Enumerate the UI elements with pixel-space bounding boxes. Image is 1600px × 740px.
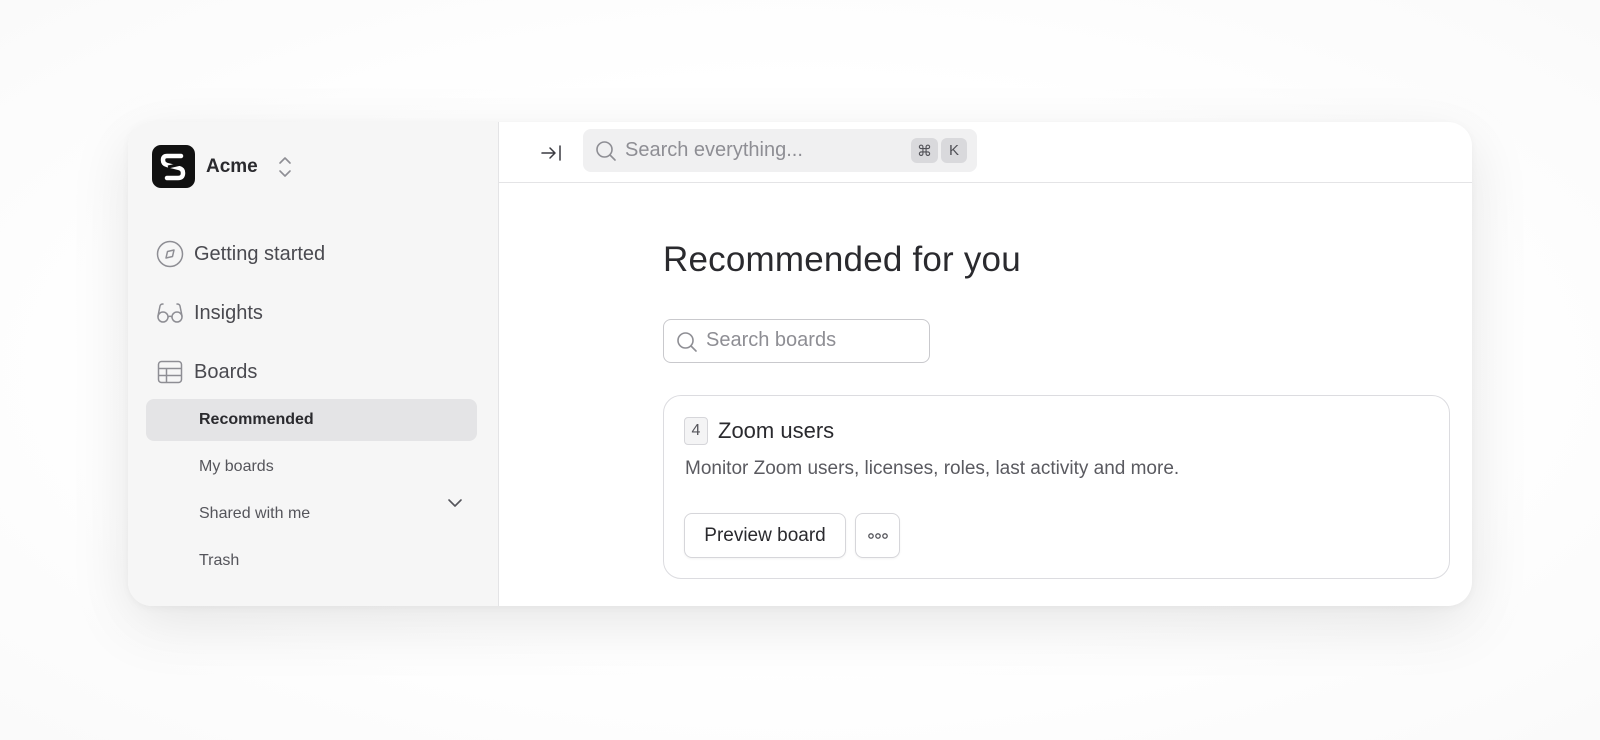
shortcut-key-k: K <box>941 138 967 163</box>
sidebar-item-label: Getting started <box>194 242 326 265</box>
sidebar-item-insights[interactable]: Insights <box>156 299 263 327</box>
sidebar-item-label: Insights <box>194 301 263 324</box>
board-count-badge: 4 <box>684 417 708 445</box>
sidebar-item-label: Boards <box>194 360 258 383</box>
global-search: ⌘ K <box>583 129 977 172</box>
page-title: Recommended for you <box>663 240 1021 279</box>
board-card-description: Monitor Zoom users, licenses, roles, las… <box>685 458 1180 479</box>
chevron-up-down-icon <box>277 154 293 180</box>
board-search-input[interactable] <box>706 320 921 361</box>
more-options-button[interactable] <box>855 513 900 558</box>
workspace-switcher[interactable]: Acme <box>152 145 293 188</box>
sidebar-subitem-trash[interactable]: Trash <box>146 540 477 582</box>
board-card: 4 Zoom users Monitor Zoom users, license… <box>663 395 1450 579</box>
search-icon <box>676 331 698 358</box>
main-content: ⌘ K Recommended for you 4 Zoom users Mon… <box>499 122 1472 606</box>
sidebar-item-boards[interactable]: Boards <box>156 358 257 386</box>
table-icon <box>156 358 184 386</box>
sidebar-subitem-label: Shared with me <box>199 505 311 522</box>
sidebar-item-getting-started[interactable]: Getting started <box>156 240 325 268</box>
shortcut-key-cmd: ⌘ <box>911 138 938 163</box>
sidebar-subitem-shared-with-me[interactable]: Shared with me <box>146 493 477 535</box>
workspace-name: Acme <box>206 155 258 177</box>
arrow-right-to-line-icon[interactable] <box>537 139 565 167</box>
sidebar-subitem-label: My boards <box>199 458 274 475</box>
brand-logo-icon <box>152 145 195 188</box>
sidebar-subitem-recommended[interactable]: Recommended <box>146 399 477 441</box>
sidebar-subitem-label: Trash <box>199 552 240 569</box>
glasses-icon <box>156 299 184 327</box>
more-horizontal-icon <box>867 532 888 539</box>
board-search <box>663 319 930 363</box>
app-window: Acme Getting started Insights Boards Rec… <box>128 122 1472 606</box>
sidebar-subitem-label: Recommended <box>199 411 314 428</box>
topbar: ⌘ K <box>499 122 1472 183</box>
search-icon <box>595 140 617 167</box>
sidebar: Acme Getting started Insights Boards Rec… <box>128 122 499 606</box>
board-card-title: Zoom users <box>718 418 835 443</box>
stage: Acme Getting started Insights Boards Rec… <box>0 0 1600 740</box>
preview-board-button[interactable]: Preview board <box>684 513 846 558</box>
compass-icon <box>156 240 184 268</box>
sidebar-subitem-my-boards[interactable]: My boards <box>146 446 477 488</box>
global-search-input[interactable] <box>625 129 895 172</box>
